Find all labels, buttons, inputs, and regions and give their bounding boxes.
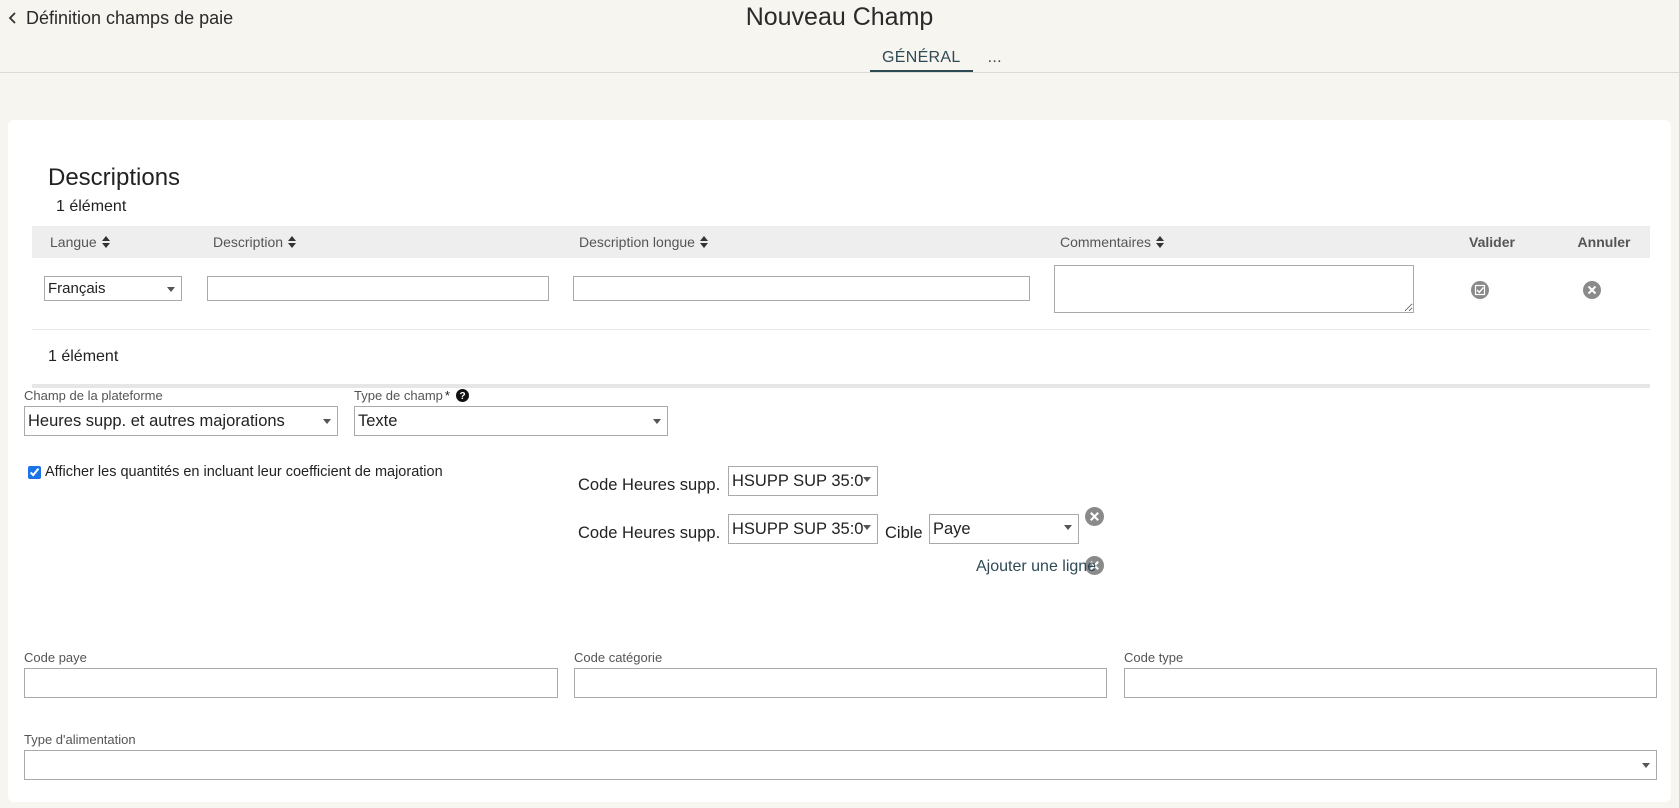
cible-value: Paye — [933, 519, 971, 538]
remove-line-icon[interactable] — [1085, 507, 1104, 526]
sort-icon — [288, 236, 297, 248]
code-heures-supp-select-2[interactable]: HSUPP SUP 35:0 — [728, 514, 878, 544]
cible-label: Cible — [885, 524, 923, 542]
type-champ-label: Type de champ — [354, 388, 443, 403]
code-categorie-label: Code catégorie — [574, 650, 663, 665]
sort-icon — [699, 236, 708, 248]
sort-icon — [101, 236, 110, 248]
code-heures-supp-label-2: Code Heures supp. — [578, 524, 721, 542]
afficher-quantites-label: Afficher les quantités en incluant leur … — [45, 464, 443, 480]
chevron-down-icon — [1642, 763, 1650, 768]
column-header-annuler: Annuler — [1577, 234, 1631, 250]
cancel-icon[interactable] — [1583, 281, 1601, 299]
code-heures-supp-select-1[interactable]: HSUPP SUP 35:0 — [728, 466, 878, 496]
add-line-link[interactable]: Ajouter une ligne — [976, 558, 1096, 576]
validate-icon[interactable] — [1471, 281, 1489, 299]
type-alimentation-label: Type d'alimentation — [24, 732, 136, 747]
required-marker: * — [444, 388, 450, 403]
column-header-description-longue-label: Description longue — [579, 234, 695, 250]
descriptions-title: Descriptions — [48, 164, 181, 191]
descriptions-count-bottom: 1 élément — [48, 348, 119, 365]
table-bottom-bar — [32, 384, 1650, 388]
column-header-valider: Valider — [1469, 234, 1515, 250]
table-row-divider — [32, 329, 1650, 330]
page-title: Nouveau Champ — [745, 3, 934, 31]
code-heures-supp-label-1: Code Heures supp. — [578, 476, 721, 494]
chevron-down-icon — [653, 419, 661, 424]
help-icon[interactable]: ? — [455, 389, 469, 402]
description-input[interactable] — [207, 276, 549, 301]
code-paye-label: Code paye — [24, 650, 87, 665]
tab-general[interactable]: GÉNÉRAL — [870, 48, 973, 72]
cible-select[interactable]: Paye — [929, 514, 1079, 544]
code-type-label: Code type — [1124, 650, 1184, 665]
afficher-quantites-option[interactable]: Afficher les quantités en incluant leur … — [28, 464, 443, 480]
type-champ-select[interactable]: Texte — [354, 406, 668, 436]
code-paye-input[interactable] — [24, 668, 558, 698]
code-heures-supp-value-2: HSUPP SUP 35:0 — [732, 519, 864, 538]
descriptions-count-top: 1 élément — [56, 198, 127, 215]
champ-plateforme-select[interactable]: Heures supp. et autres majorations — [24, 406, 338, 436]
column-header-langue-label: Langue — [50, 234, 97, 250]
langue-select-value: Français — [48, 280, 106, 297]
descriptions-table-header: Langue Description Description longue Co… — [32, 226, 1650, 258]
type-alimentation-select[interactable] — [24, 750, 1657, 780]
sort-icon — [1156, 236, 1165, 248]
column-header-commentaires-label: Commentaires — [1060, 234, 1152, 250]
afficher-quantites-checkbox[interactable] — [28, 465, 41, 479]
svg-text:?: ? — [459, 391, 465, 402]
form-card: Descriptions 1 élément Langue Descriptio… — [8, 120, 1671, 802]
langue-select[interactable]: Français — [44, 276, 182, 301]
tab-bar: GÉNÉRAL ... — [870, 48, 1017, 72]
chevron-down-icon — [863, 525, 871, 530]
chevron-down-icon — [323, 419, 331, 424]
back-link[interactable]: Définition champs de paie — [6, 6, 233, 30]
chevron-down-icon — [863, 477, 871, 482]
type-champ-value: Texte — [358, 411, 398, 430]
column-header-langue[interactable]: Langue — [50, 226, 111, 258]
code-type-input[interactable] — [1124, 668, 1657, 698]
column-header-description[interactable]: Description — [213, 226, 297, 258]
description-longue-input[interactable] — [573, 276, 1030, 301]
code-categorie-input[interactable] — [574, 668, 1107, 698]
chevron-down-icon — [167, 286, 175, 292]
code-heures-supp-value-1: HSUPP SUP 35:0 — [732, 471, 864, 490]
champ-plateforme-label: Champ de la plateforme — [24, 388, 163, 403]
tab-more[interactable]: ... — [973, 48, 1017, 72]
champ-plateforme-value: Heures supp. et autres majorations — [28, 411, 285, 430]
column-header-commentaires[interactable]: Commentaires — [1060, 226, 1165, 258]
type-champ-label-group: Type de champ * ? — [354, 388, 469, 403]
chevron-down-icon — [1064, 525, 1072, 530]
column-header-description-longue[interactable]: Description longue — [579, 226, 709, 258]
header-divider — [0, 72, 1679, 73]
chevron-left-icon — [8, 12, 16, 24]
column-header-description-label: Description — [213, 234, 284, 250]
back-link-label: Définition champs de paie — [26, 7, 234, 28]
commentaires-textarea[interactable] — [1054, 265, 1414, 313]
